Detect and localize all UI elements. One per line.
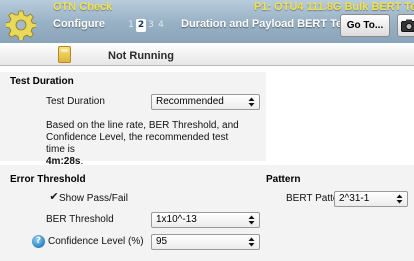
- error-threshold-title: Error Threshold: [10, 174, 86, 185]
- confidence-level-value: 95: [156, 236, 168, 247]
- confidence-level-select[interactable]: 95: [151, 234, 260, 250]
- app-title: OTN Check: [53, 1, 113, 13]
- duration-description: Based on the line rate, BER Threshold, a…: [46, 120, 239, 167]
- select-arrows-icon: [248, 237, 255, 247]
- goto-button[interactable]: Go To...: [340, 14, 390, 37]
- test-name: Duration and Payload BERT Test: [181, 18, 352, 30]
- show-pass-fail-label[interactable]: Show Pass/Fail: [59, 193, 128, 204]
- select-arrows-icon: [248, 215, 255, 225]
- test-duration-select[interactable]: Recommended: [151, 94, 260, 110]
- pattern-title: Pattern: [266, 174, 301, 185]
- step-1[interactable]: 1: [126, 19, 136, 32]
- camera-icon: [401, 19, 414, 32]
- step-2-active[interactable]: 2: [136, 18, 146, 32]
- status-indicator-icon: [58, 46, 71, 63]
- screenshot-button[interactable]: [397, 14, 414, 37]
- gear-icon[interactable]: [6, 10, 36, 40]
- test-duration-title: Test Duration: [10, 76, 74, 87]
- ber-threshold-label: BER Threshold: [46, 214, 114, 225]
- port-info: P1: OTU4 111.8G Bulk BERT Term: [254, 1, 414, 13]
- select-arrows-icon: [396, 194, 403, 204]
- select-arrows-icon: [248, 97, 255, 107]
- step-3[interactable]: 3: [146, 19, 156, 32]
- section-label: Configure: [53, 18, 105, 30]
- ber-threshold-select[interactable]: 1x10^-13: [151, 212, 260, 228]
- duration-description-text: Based on the line rate, BER Threshold, a…: [46, 120, 239, 155]
- ber-threshold-value: 1x10^-13: [156, 214, 197, 225]
- bert-pattern-value: 2^31-1: [339, 193, 370, 204]
- test-duration-label: Test Duration: [46, 96, 105, 107]
- step-4[interactable]: 4: [156, 19, 166, 32]
- test-duration-value: Recommended: [156, 96, 224, 107]
- status-text: Not Running: [108, 50, 174, 62]
- help-icon[interactable]: ?: [32, 235, 45, 248]
- confidence-level-label: Confidence Level (%): [48, 236, 144, 247]
- bert-pattern-select[interactable]: 2^31-1: [334, 191, 408, 207]
- test-header: OTN Check P1: OTU4 111.8G Bulk BERT Term…: [0, 0, 414, 66]
- step-indicator: 1 2 3 4: [126, 18, 166, 32]
